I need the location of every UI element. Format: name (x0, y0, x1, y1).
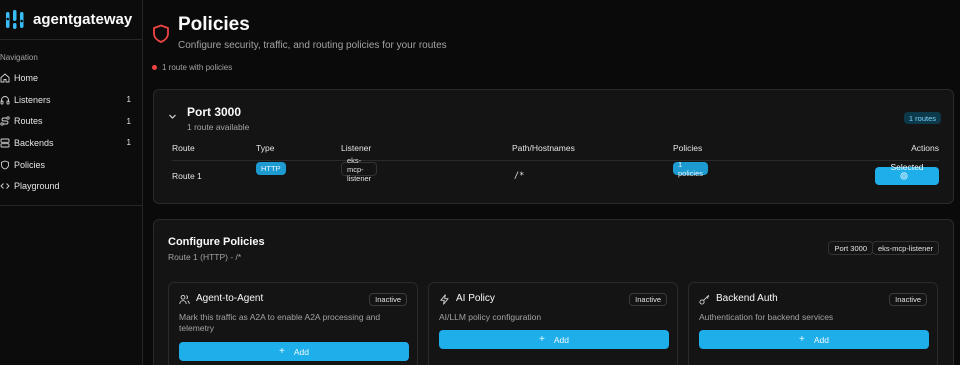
listener-tag: eks-mcp-listener (871, 241, 939, 255)
column-header: Path/Hostnames (512, 143, 575, 153)
add-button-label: Add (293, 346, 309, 357)
sidebar-item-count: 1 (126, 138, 131, 148)
policy-description: Mark this traffic as A2A to enable A2A p… (179, 312, 381, 333)
page-title: Policies (178, 14, 250, 35)
policy-description: AI/LLM policy configuration (439, 312, 542, 322)
zap-icon (440, 294, 449, 305)
table-row[interactable]: Route 1 HTTP eks-mcp-listener /* 1 polic… (172, 156, 939, 190)
column-header: Type (256, 143, 275, 153)
nav-section-label: Navigation (0, 53, 38, 62)
status-badge: Inactive (369, 293, 407, 306)
status-dot (152, 65, 157, 70)
column-header: Route (172, 143, 195, 153)
policy-card-agent-to-agent: Agent-to-Agent Inactive Mark this traffi… (168, 282, 418, 365)
policy-card-ai-policy: AI Policy Inactive AI/LLM policy configu… (428, 282, 678, 365)
port-tag: Port 3000 (828, 241, 873, 255)
policy-description: Authentication for backend services (699, 312, 834, 322)
shield-icon (153, 24, 169, 43)
type-badge: HTTP (256, 162, 286, 175)
nav-list: Home Listeners 1 Routes 1 Backends 1 Pol… (0, 67, 143, 197)
sidebar-item-label: Home (14, 72, 39, 83)
sidebar-item-count: 1 (126, 95, 131, 105)
chevron-down-icon[interactable] (168, 112, 177, 121)
selected-button[interactable]: Selected (875, 162, 939, 185)
main-content: Policies Configure security, traffic, an… (143, 0, 960, 365)
add-agent-to-agent-button[interactable]: + Add (179, 342, 409, 361)
sidebar-item-routes[interactable]: Routes 1 (0, 110, 143, 132)
sidebar-item-policies[interactable]: Policies (0, 154, 143, 176)
selected-button-label: Selected (890, 162, 924, 172)
page-subtitle: Configure security, traffic, and routing… (178, 40, 447, 51)
configure-policies-card: Configure Policies Route 1 (HTTP) - /* P… (153, 219, 954, 365)
headphones-icon (0, 95, 10, 104)
column-header: Policies (673, 143, 703, 153)
policy-card-backend-auth: Backend Auth Inactive Authentication for… (688, 282, 938, 365)
server-icon (0, 138, 10, 148)
sidebar-item-listeners[interactable]: Listeners 1 (0, 89, 143, 111)
policy-title: AI Policy (456, 293, 495, 304)
sidebar-item-backends[interactable]: Backends 1 (0, 132, 143, 154)
listener-badge: eks-mcp-listener (341, 156, 378, 183)
status-badge: Inactive (889, 293, 927, 306)
add-button-label: Add (813, 334, 829, 345)
column-header: Listener (341, 143, 372, 153)
sidebar-item-home[interactable]: Home (0, 67, 143, 89)
users-icon (179, 294, 190, 305)
sidebar-item-label: Listeners (14, 94, 51, 105)
key-icon (699, 294, 710, 305)
route-name: Route 1 (172, 171, 202, 181)
status-line: 1 route with policies (152, 63, 232, 72)
status-badge: Inactive (629, 293, 667, 306)
port-subtitle: 1 route available (187, 122, 250, 132)
route-icon (0, 116, 10, 126)
policies-badge: 1 policies (673, 160, 709, 178)
brand[interactable]: agentgateway (0, 0, 143, 40)
target-icon (900, 172, 908, 180)
sidebar-item-label: Backends (14, 137, 54, 148)
policy-title: Agent-to-Agent (196, 293, 264, 304)
table-header: Route Type Listener Path/Hostnames Polic… (172, 143, 939, 161)
add-button-label: Add (553, 334, 569, 345)
plus-icon: + (539, 334, 545, 345)
plus-icon: + (279, 346, 285, 357)
brand-name: agentgateway (33, 11, 133, 28)
sidebar-item-label: Routes (14, 116, 43, 127)
status-text: 1 route with policies (162, 63, 233, 72)
sidebar-divider (0, 205, 143, 206)
sidebar-item-playground[interactable]: Playground (0, 175, 143, 197)
code-icon (0, 183, 10, 190)
add-backend-auth-button[interactable]: + Add (699, 330, 929, 349)
sidebar-item-count: 1 (126, 116, 131, 126)
config-title: Configure Policies (168, 236, 265, 248)
sidebar: agentgateway Navigation Home Listeners 1… (0, 0, 143, 365)
agentgateway-logo-icon (6, 9, 24, 29)
config-subtitle: Route 1 (HTTP) - /* (168, 252, 242, 262)
add-ai-policy-button[interactable]: + Add (439, 330, 669, 349)
port-card: Port 3000 1 route available 1 routes Rou… (153, 89, 954, 204)
plus-icon: + (799, 334, 805, 345)
routes-count-badge: 1 routes (903, 112, 941, 124)
shield-icon (1, 160, 9, 170)
sidebar-item-label: Playground (14, 181, 60, 192)
sidebar-item-label: Policies (14, 159, 46, 170)
policy-title: Backend Auth (716, 293, 778, 304)
path-value: /* (514, 171, 525, 181)
home-icon (0, 73, 10, 83)
port-title[interactable]: Port 3000 (187, 105, 241, 119)
column-header: Actions (911, 143, 939, 153)
